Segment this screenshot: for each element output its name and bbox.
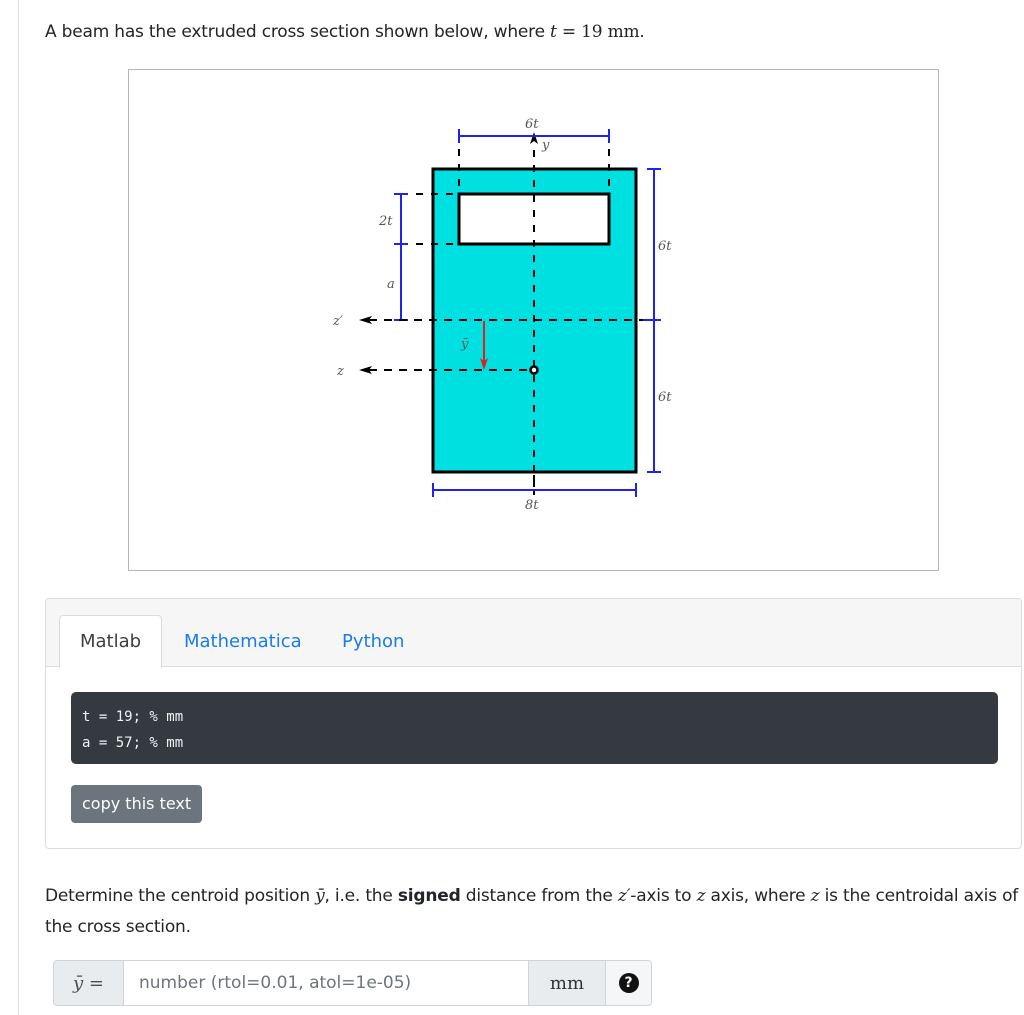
help-button[interactable]: ? [606, 961, 651, 1005]
centroid-point [529, 365, 539, 375]
question-z: z [696, 886, 706, 906]
page-left-border [18, 0, 19, 1015]
question-part: distance from the [460, 886, 618, 906]
label-z-prime: z′ [332, 314, 343, 329]
question-circle-icon[interactable]: ? [618, 973, 639, 993]
cross-section-diagram: 6t y 2t a z′ z ȳ 6t 6t 8t [332, 117, 672, 513]
question-zprime: z′ [617, 886, 631, 906]
question-text: Determine the centroid position ȳ, i.e. … [45, 881, 1020, 943]
question-ybar: ȳ [315, 886, 325, 906]
left-dimensions [394, 193, 408, 321]
answer-input-group: ȳ = mm ? [53, 960, 652, 1006]
tab-python[interactable]: Python [322, 615, 424, 668]
question-part: -axis to [630, 886, 697, 906]
code-card: Matlab Mathematica Python t = 19; % mm a … [45, 598, 1022, 849]
cross-section-figure: 6t y 2t a z′ z ȳ 6t 6t 8t [128, 69, 939, 571]
answer-unit: mm [528, 961, 606, 1005]
question-part: Determine the centroid position [45, 886, 316, 906]
label-right-upper: 6t [658, 239, 672, 254]
question-bold-signed: signed [397, 886, 461, 906]
label-top-width: 6t [525, 117, 539, 132]
y-axis-arrowhead [530, 132, 538, 144]
problem-intro: A beam has the extruded cross section sh… [45, 22, 645, 42]
code-block: t = 19; % mm a = 57; % mm [71, 692, 998, 764]
label-ybar: ȳ [460, 337, 469, 352]
answer-prefix-text: ȳ = [73, 972, 104, 994]
intro-value: 19 [581, 22, 603, 42]
tab-matlab[interactable]: Matlab [59, 615, 163, 668]
intro-period: . [639, 22, 645, 42]
answer-unit-text: mm [549, 972, 585, 994]
intro-var-t: t [550, 22, 557, 42]
code-line: t = 19; % mm [82, 709, 184, 725]
intro-text: A beam has the extruded cross section sh… [45, 22, 551, 42]
tab-mathematica[interactable]: Mathematica [164, 615, 322, 668]
answer-prefix-label: ȳ = [54, 961, 124, 1005]
label-hole-height: 2t [378, 214, 393, 229]
intro-unit: mm [602, 22, 640, 42]
label-z: z [336, 364, 344, 379]
code-line: a = 57; % mm [82, 735, 184, 751]
copy-text-button[interactable]: copy this text [71, 785, 203, 823]
question-part: axis, where [705, 886, 811, 906]
label-bottom-width: 8t [525, 498, 539, 513]
code-tabs-header: Matlab Mathematica Python [46, 599, 1021, 668]
label-y-axis: y [541, 138, 550, 153]
intro-equals: = [556, 22, 582, 42]
label-a-dim: a [387, 277, 395, 292]
question-part: , i.e. the [324, 886, 398, 906]
answer-input[interactable] [124, 961, 528, 1005]
label-right-lower: 6t [658, 390, 672, 405]
right-dimensions [643, 168, 661, 473]
